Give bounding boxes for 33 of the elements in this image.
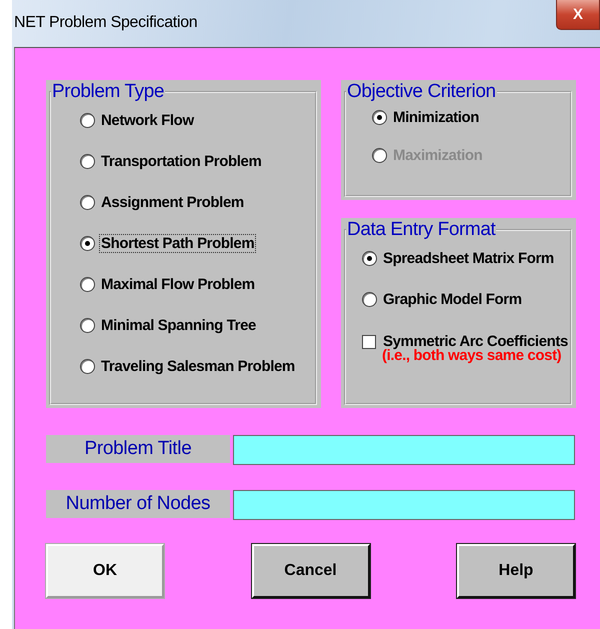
option-label[interactable]: Transportation Problem [99, 152, 264, 171]
radio-button[interactable] [372, 110, 387, 124]
option-label[interactable]: Minimal Spanning Tree [99, 316, 258, 335]
field-label: Number of Nodes [46, 490, 230, 518]
option-label[interactable]: Network Flow [99, 111, 196, 130]
option-label[interactable]: Shortest Path Problem [99, 234, 256, 253]
radio-button[interactable] [80, 277, 95, 292]
option-label[interactable]: Maximal Flow Problem [99, 275, 257, 294]
radio-button[interactable] [362, 251, 377, 266]
radio-button[interactable] [80, 154, 95, 169]
option-label[interactable]: Graphic Model Form [381, 290, 524, 309]
close-button[interactable]: X [556, 0, 600, 30]
option-label[interactable]: Traveling Salesman Problem [99, 357, 297, 376]
radio-button[interactable] [80, 113, 95, 128]
group-title: Problem Type [51, 82, 166, 102]
radio-button[interactable] [80, 359, 95, 374]
dialog-button[interactable]: Cancel [252, 544, 370, 598]
window-title: NET Problem Specification [14, 14, 198, 32]
checkbox[interactable] [362, 334, 376, 348]
group-title: Objective Criterion [346, 82, 497, 102]
radio-button[interactable] [80, 195, 95, 210]
dialog-button[interactable]: Help [457, 544, 575, 598]
radio-button[interactable] [80, 318, 95, 333]
group-title: Data Entry Format [346, 220, 496, 240]
input-field[interactable] [233, 435, 575, 465]
option-label[interactable]: Assignment Problem [99, 193, 246, 212]
radio-button[interactable] [80, 236, 95, 251]
option-label[interactable]: Minimization [391, 108, 482, 126]
dialog-button[interactable]: OK [46, 544, 164, 598]
option-label[interactable]: Spreadsheet Matrix Form [381, 249, 556, 268]
field-label: Problem Title [46, 435, 230, 463]
input-field[interactable] [233, 490, 575, 520]
radio-button[interactable] [362, 292, 377, 307]
